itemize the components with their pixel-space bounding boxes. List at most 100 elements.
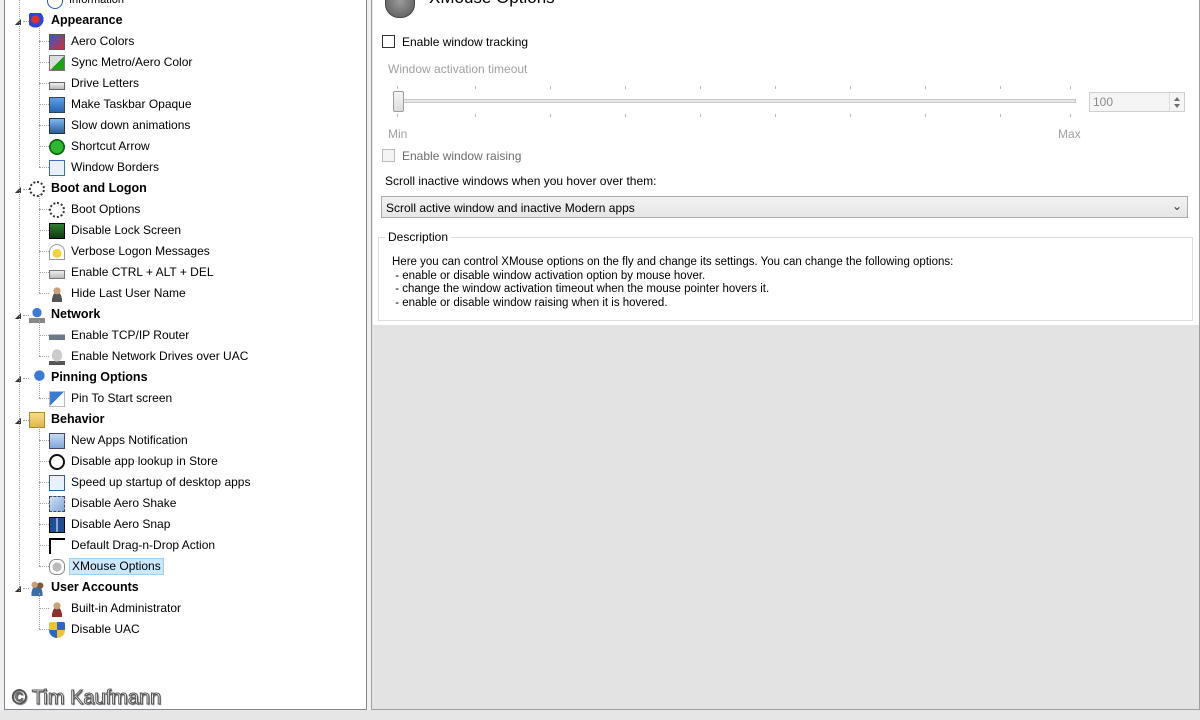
- spin-arrows[interactable]: [1169, 93, 1184, 111]
- enable-window-raising-label: Enable window raising: [402, 149, 522, 163]
- scroll-mode-dropdown[interactable]: Scroll active window and inactive Modern…: [381, 196, 1188, 218]
- tree-connector: [39, 41, 49, 42]
- spin-down-icon[interactable]: [1174, 104, 1180, 108]
- tree-connector: [39, 503, 49, 504]
- tree-connector: [39, 356, 49, 357]
- tree-item-label: Disable Lock Screen: [71, 223, 182, 237]
- tree-connector: [19, 0, 20, 591]
- tree-item-label: Pinning Options: [51, 370, 148, 384]
- tree-connector: [39, 251, 49, 252]
- tree-item-label: Disable Aero Shake: [71, 496, 177, 510]
- expand-collapse-icon[interactable]: ◢: [13, 373, 23, 383]
- tree-item-sync-metro-aero-color[interactable]: Sync Metro/Aero Color: [49, 52, 194, 73]
- expand-collapse-icon[interactable]: ◢: [13, 583, 23, 593]
- description-line: - enable or disable window raising when …: [392, 296, 668, 309]
- tree-item-disable-lock-screen[interactable]: Disable Lock Screen: [49, 220, 183, 241]
- timeout-value: 100: [1093, 95, 1114, 109]
- tree-item-speed-up-startup-of-desktop-apps[interactable]: Speed up startup of desktop apps: [49, 472, 252, 493]
- tree-item-slow-down-animations[interactable]: Slow down animations: [49, 115, 192, 136]
- tree-item-verbose-logon-messages[interactable]: Verbose Logon Messages: [49, 241, 212, 262]
- tree-connector: [39, 608, 49, 609]
- tree-category-appearance[interactable]: Appearance: [29, 10, 125, 31]
- slider-tick: [397, 114, 398, 117]
- tree-connector: [39, 524, 49, 525]
- router-icon: [49, 327, 65, 344]
- tree-item-disable-uac[interactable]: Disable UAC: [49, 619, 142, 640]
- tree-category-behavior[interactable]: Behavior: [29, 409, 107, 430]
- tree-connector: [39, 482, 49, 483]
- tree-connector: [39, 629, 49, 630]
- enable-window-tracking-label: Enable window tracking: [402, 35, 529, 49]
- tree-item-enable-ctrl-alt-del[interactable]: Enable CTRL + ALT + DEL: [49, 262, 216, 283]
- tree-item-label: Enable CTRL + ALT + DEL: [71, 265, 214, 279]
- enable-window-tracking-checkbox[interactable]: [382, 35, 395, 48]
- scroll-label: Scroll inactive windows when you hover o…: [385, 174, 657, 188]
- tree-item-label: XMouse Options: [69, 558, 164, 575]
- tree-item-aero-colors[interactable]: Aero Colors: [49, 31, 136, 52]
- slider-tick: [550, 114, 551, 117]
- tree-item-enable-tcp-ip-router[interactable]: Enable TCP/IP Router: [49, 325, 191, 346]
- tree-item-label: New Apps Notification: [71, 433, 188, 447]
- slider-tick: [397, 86, 398, 89]
- settings-tree[interactable]: Information ◢ Appearance Aero Colors Sync Me…: [4, 0, 367, 710]
- window-borders-icon: [49, 159, 65, 176]
- expand-collapse-icon[interactable]: ◢: [13, 310, 23, 320]
- slider-tick: [850, 86, 851, 89]
- tree-item-drive-letters[interactable]: Drive Letters: [49, 73, 141, 94]
- tree-connector: [39, 62, 49, 63]
- tree-connector: [39, 167, 49, 168]
- mouse-icon: [49, 558, 65, 575]
- description-line: Here you can control XMouse options on t…: [392, 256, 954, 268]
- tree-item-label: Default Drag-n-Drop Action: [71, 538, 216, 552]
- options-content: XMouse Options Enable window tracking Wi…: [373, 0, 1199, 325]
- tree-connector: [39, 230, 49, 231]
- tree-connector: [39, 593, 40, 629]
- tree-item-shortcut-arrow[interactable]: Shortcut Arrow: [49, 136, 152, 157]
- spin-up-icon[interactable]: [1174, 97, 1180, 101]
- timeout-label: Window activation timeout: [388, 62, 528, 76]
- aero-colors-icon: [49, 33, 65, 50]
- tree-item-label: Network: [51, 307, 101, 321]
- expand-collapse-icon[interactable]: ◢: [13, 16, 23, 26]
- lock-screen-icon: [49, 222, 65, 239]
- tree-item-xmouse-options[interactable]: XMouse Options: [49, 556, 164, 577]
- tree-connector: [39, 125, 49, 126]
- tree-item-enable-network-drives-over-uac[interactable]: Enable Network Drives over UAC: [49, 346, 250, 367]
- tree-item-label: Enable Network Drives over UAC: [71, 349, 249, 363]
- tree-category-user-accounts[interactable]: User Accounts: [29, 577, 141, 598]
- tree-item-boot-options[interactable]: Boot Options: [49, 199, 142, 220]
- notification-icon: [49, 432, 65, 449]
- tree-item-hide-last-user-name[interactable]: Hide Last User Name: [49, 283, 188, 304]
- chevron-down-icon[interactable]: ⌄: [1172, 199, 1182, 213]
- tree-item-disable-aero-shake[interactable]: Disable Aero Shake: [49, 493, 178, 514]
- tree-category-boot-and-logon[interactable]: Boot and Logon: [29, 178, 149, 199]
- tree-item-label: Boot and Logon: [51, 181, 147, 195]
- network-drive-icon: [49, 348, 65, 365]
- boot-spinner-icon: [49, 201, 65, 218]
- tree-item-new-apps-notification[interactable]: New Apps Notification: [49, 430, 190, 451]
- tree-item-make-taskbar-opaque[interactable]: Make Taskbar Opaque: [49, 94, 194, 115]
- tree-item-default-drag-n-drop-action[interactable]: Default Drag-n-Drop Action: [49, 535, 217, 556]
- slider-tick: [1000, 114, 1001, 117]
- tree-item-label: Shortcut Arrow: [71, 139, 150, 153]
- tree-category-pinning-options[interactable]: Pinning Options: [29, 367, 150, 388]
- timeout-spinbox[interactable]: 100: [1089, 92, 1185, 112]
- startup-icon: [49, 474, 65, 491]
- slider-min-label: Min: [388, 127, 408, 141]
- tree-item-disable-aero-snap[interactable]: Disable Aero Snap: [49, 514, 172, 535]
- expand-collapse-icon[interactable]: ◢: [13, 184, 23, 194]
- tree-item-window-borders[interactable]: Window Borders: [49, 157, 161, 178]
- store-icon: [49, 453, 65, 470]
- tree-item-pin-to-start-screen[interactable]: Pin To Start screen: [49, 388, 174, 409]
- info-icon: [47, 0, 63, 9]
- timeout-slider-track[interactable]: [393, 99, 1076, 103]
- users-icon: [29, 579, 45, 596]
- tree-item-disable-app-lookup-in-store[interactable]: Disable app lookup in Store: [49, 451, 220, 472]
- tree-connector: [39, 272, 49, 273]
- tree-item-label: Boot Options: [71, 202, 141, 216]
- expand-collapse-icon[interactable]: ◢: [13, 415, 23, 425]
- timeout-slider-thumb[interactable]: [393, 91, 404, 112]
- enable-window-raising-checkbox[interactable]: [382, 149, 395, 162]
- tree-item-label: Built-in Administrator: [71, 601, 182, 615]
- tree-item-built-in-administrator[interactable]: Built-in Administrator: [49, 598, 183, 619]
